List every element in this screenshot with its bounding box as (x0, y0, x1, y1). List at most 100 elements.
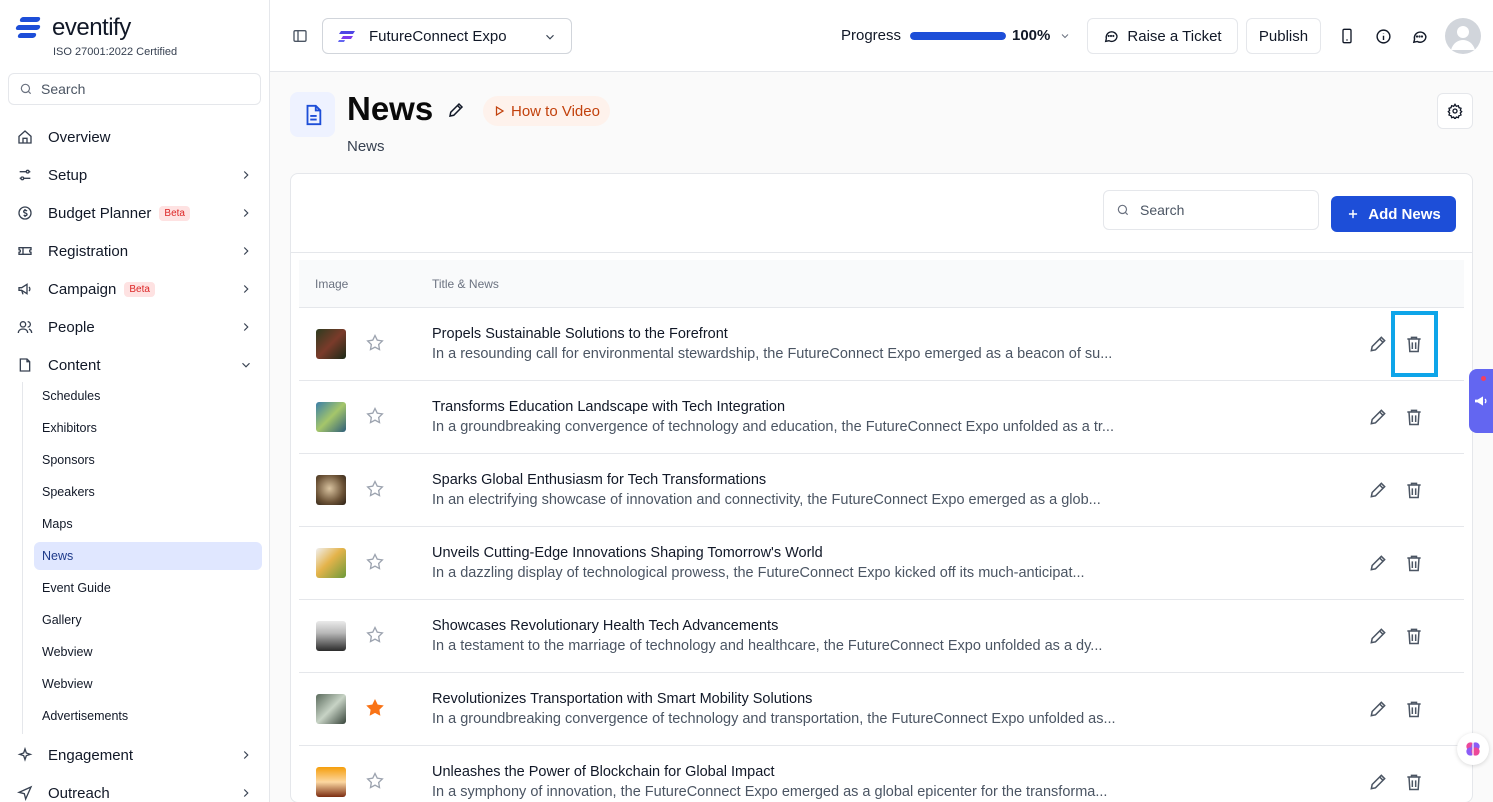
feature-star-button[interactable] (365, 406, 385, 431)
raise-ticket-button[interactable]: Raise a Ticket (1087, 18, 1238, 54)
sidebar-search[interactable] (8, 73, 261, 105)
content-icon (16, 356, 34, 374)
ai-assistant-button[interactable] (1457, 733, 1489, 765)
sidebar-subitem-schedules[interactable]: Schedules (34, 382, 262, 410)
news-description: In a testament to the marriage of techno… (432, 638, 1103, 654)
news-search[interactable] (1103, 190, 1319, 230)
sidebar-subitem-maps[interactable]: Maps (34, 510, 262, 538)
sidebar-subitem-event-guide[interactable]: Event Guide (34, 574, 262, 602)
table-row[interactable]: Unveils Cutting-Edge Innovations Shaping… (299, 527, 1464, 600)
info-button[interactable] (1372, 25, 1394, 47)
sidebar-item-budget-planner[interactable]: Budget Planner Beta (8, 197, 261, 229)
toggle-sidebar-button[interactable] (289, 25, 311, 47)
sidebar-subitem-gallery[interactable]: Gallery (34, 606, 262, 634)
chat-button[interactable] (1408, 25, 1430, 47)
delete-news-button[interactable] (1404, 334, 1424, 359)
feature-star-button[interactable] (365, 333, 385, 358)
certification-label: ISO 27001:2022 Certified (53, 46, 178, 58)
table-row[interactable]: Propels Sustainable Solutions to the For… (299, 308, 1464, 381)
event-name: FutureConnect Expo (369, 27, 507, 45)
page-settings-button[interactable] (1437, 93, 1473, 129)
table-row[interactable]: Transforms Education Landscape with Tech… (299, 381, 1464, 454)
table-row[interactable]: Unleashes the Power of Blockchain for Gl… (299, 746, 1464, 802)
progress-chevron-down-icon[interactable] (1059, 30, 1071, 42)
chevron-right-icon (243, 247, 249, 255)
brand-logo[interactable]: eventify (15, 14, 131, 42)
edit-news-button[interactable] (1368, 699, 1388, 724)
sparkle-icon (16, 746, 34, 764)
feature-star-button[interactable] (365, 771, 385, 796)
sidebar-item-outreach[interactable]: Outreach (8, 777, 261, 802)
search-icon (20, 83, 32, 95)
trash-icon (1407, 555, 1421, 572)
feature-star-button[interactable] (365, 625, 385, 650)
sidebar-item-people[interactable]: People (8, 311, 261, 343)
add-news-button[interactable]: Add News (1331, 196, 1456, 232)
star-icon (366, 333, 384, 351)
edit-title-button[interactable] (447, 101, 465, 124)
sidebar-item-label: Engagement (48, 746, 134, 764)
sidebar-item-content[interactable]: Content (8, 349, 261, 381)
mobile-preview-button[interactable] (1336, 25, 1358, 47)
announcement-widget[interactable] (1469, 369, 1493, 433)
sidebar-subitem-exhibitors[interactable]: Exhibitors (34, 414, 262, 442)
news-title: Revolutionizes Transportation with Smart… (432, 691, 813, 707)
edit-news-button[interactable] (1368, 553, 1388, 578)
chevron-right-icon (243, 209, 249, 217)
sidebar-item-overview[interactable]: Overview (8, 121, 261, 153)
feature-star-button[interactable] (365, 479, 385, 504)
feature-star-button[interactable] (365, 552, 385, 577)
news-search-input[interactable] (1140, 202, 1300, 218)
news-description: In a symphony of innovation, the FutureC… (432, 784, 1108, 800)
news-card: Add News Image Title & News Propels Sust… (290, 173, 1473, 802)
pencil-icon (1370, 774, 1386, 790)
event-selector[interactable]: FutureConnect Expo (322, 18, 572, 54)
content-submenu: Schedules Exhibitors Sponsors Speakers M… (22, 382, 262, 734)
sidebar-item-registration[interactable]: Registration (8, 235, 261, 267)
sidebar-item-campaign[interactable]: Campaign Beta (8, 273, 261, 305)
news-title: Unveils Cutting-Edge Innovations Shaping… (432, 545, 823, 561)
news-thumbnail (316, 694, 346, 724)
sidebar-subitem-speakers[interactable]: Speakers (34, 478, 262, 506)
sidebar-subitem-advertisements[interactable]: Advertisements (34, 702, 262, 730)
edit-news-button[interactable] (1368, 772, 1388, 797)
edit-news-button[interactable] (1368, 334, 1388, 359)
table-row[interactable]: Revolutionizes Transportation with Smart… (299, 673, 1464, 746)
news-thumbnail (316, 329, 346, 359)
table-row[interactable]: Sparks Global Enthusiasm for Tech Transf… (299, 454, 1464, 527)
pencil-icon (449, 102, 464, 117)
table-row[interactable]: Showcases Revolutionary Health Tech Adva… (299, 600, 1464, 673)
sidebar-search-input[interactable] (41, 81, 241, 97)
how-to-video-button[interactable]: How to Video (483, 96, 610, 126)
dollar-icon (16, 204, 34, 222)
delete-news-button[interactable] (1404, 626, 1424, 651)
sidebar-subitem-webview-2[interactable]: Webview (34, 670, 262, 698)
sidebar-subitem-sponsors[interactable]: Sponsors (34, 446, 262, 474)
delete-news-button[interactable] (1404, 553, 1424, 578)
user-avatar[interactable] (1445, 18, 1481, 54)
column-header-title: Title & News (432, 277, 499, 291)
sidebar-item-setup[interactable]: Setup (8, 159, 261, 191)
news-thumbnail (316, 402, 346, 432)
news-thumbnail (316, 475, 346, 505)
delete-news-button[interactable] (1404, 407, 1424, 432)
sidebar-subitem-webview[interactable]: Webview (34, 638, 262, 666)
brand-name: eventify (52, 14, 131, 41)
delete-news-button[interactable] (1404, 480, 1424, 505)
delete-news-button[interactable] (1404, 772, 1424, 797)
document-icon (306, 104, 321, 125)
raise-ticket-label: Raise a Ticket (1127, 27, 1222, 45)
delete-news-button[interactable] (1404, 699, 1424, 724)
publish-button[interactable]: Publish (1246, 18, 1321, 54)
sidebar-item-label: Content (48, 356, 101, 374)
sidebar-item-label: Setup (48, 166, 88, 184)
feature-star-button[interactable] (365, 698, 385, 723)
search-icon (1117, 204, 1129, 216)
edit-news-button[interactable] (1368, 480, 1388, 505)
info-icon (1375, 28, 1391, 44)
edit-news-button[interactable] (1368, 407, 1388, 432)
edit-news-button[interactable] (1368, 626, 1388, 651)
sidebar-item-engagement[interactable]: Engagement (8, 739, 261, 771)
sidebar-subitem-news[interactable]: News (34, 542, 262, 570)
progress-percentage: 100% (1012, 27, 1051, 44)
